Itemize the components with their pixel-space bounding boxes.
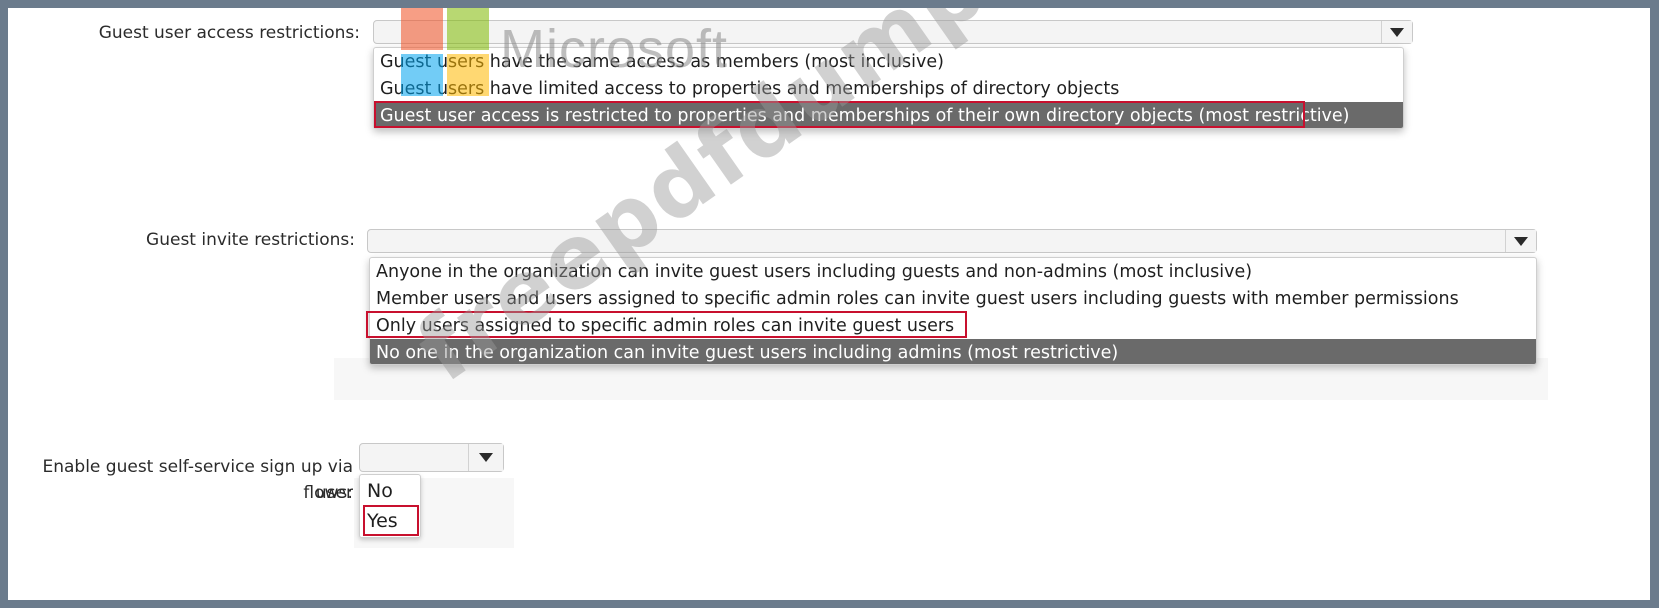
logo-square-red (401, 8, 443, 50)
logo-square-green (447, 8, 489, 50)
logo-square-yellow (447, 54, 489, 96)
self-service-option-no[interactable]: No (360, 477, 420, 505)
microsoft-logo-text: Microsoft (500, 19, 729, 79)
chevron-down-icon[interactable] (1505, 230, 1536, 252)
chevron-down-icon[interactable] (468, 444, 503, 471)
chevron-down-icon[interactable] (1381, 21, 1412, 43)
self-service-option-yes[interactable]: Yes (360, 507, 420, 535)
self-service-dropdown[interactable] (359, 443, 504, 472)
logo-square-blue (401, 54, 443, 96)
guest-access-option-3[interactable]: Guest user access is restricted to prope… (374, 102, 1403, 128)
self-service-listbox[interactable]: No Yes (359, 474, 421, 538)
screenshot-frame: Guest user access restrictions: Guest us… (8, 8, 1650, 600)
microsoft-logo-icon (401, 8, 491, 98)
self-service-label-line2: flows: (303, 483, 353, 503)
guest-invite-label: Guest invite restrictions: (146, 230, 355, 250)
guest-invite-option-4[interactable]: No one in the organization can invite gu… (370, 339, 1536, 364)
guest-access-label: Guest user access restrictions: (98, 23, 360, 43)
